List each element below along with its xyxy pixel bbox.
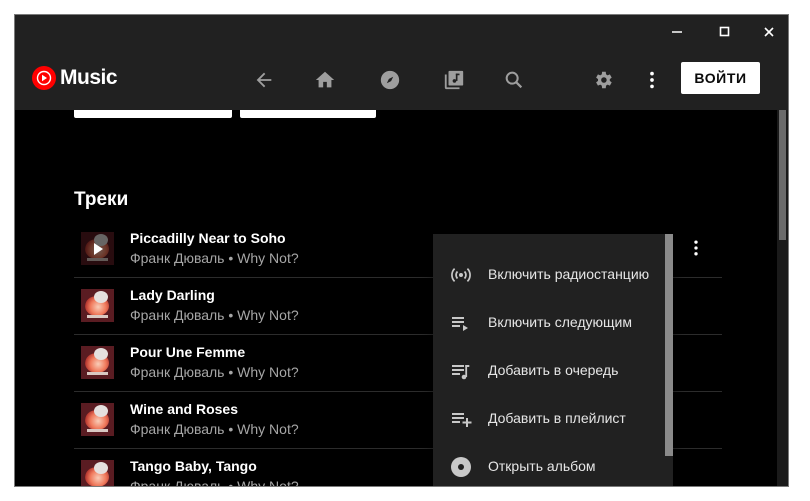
gear-icon[interactable] [590,67,616,93]
context-menu: Включить радиостанцию Включить следующим… [433,234,673,486]
play-next-icon [449,311,473,335]
library-icon[interactable] [441,67,467,93]
track-thumbnail[interactable] [81,232,114,265]
search-icon[interactable] [501,67,527,93]
track-subtitle[interactable]: Франк Дюваль • Why Not? [130,250,299,266]
track-subtitle[interactable]: Франк Дюваль • Why Not? [130,478,299,486]
more-vert-icon[interactable] [639,67,665,93]
track-title[interactable]: Wine and Roses [130,401,238,417]
maximize-icon[interactable] [703,15,747,49]
section-title: Треки [74,189,129,210]
minimize-icon[interactable] [655,15,699,49]
track-thumbnail[interactable] [81,403,114,436]
brand-name: Music [60,66,118,89]
menu-item-start-radio[interactable]: Включить радиостанцию [433,251,673,299]
filter-chip[interactable] [74,110,232,118]
back-arrow-icon[interactable] [251,67,277,93]
app-window: Music ВОЙТИ Треки Piccadilly Near to Soh… [15,15,788,486]
close-icon[interactable] [747,15,788,49]
play-icon[interactable] [81,232,114,265]
scrollbar-thumb[interactable] [779,110,786,240]
menu-item-label: Добавить в очередь [488,362,619,378]
track-subtitle[interactable]: Франк Дюваль • Why Not? [130,421,299,437]
main-content: Треки Piccadilly Near to Soho Франк Дюва… [15,110,777,486]
menu-item-label: Добавить в плейлист [488,410,626,426]
track-thumbnail[interactable] [81,346,114,379]
menu-item-add-to-playlist[interactable]: Добавить в плейлист [433,395,673,443]
track-subtitle[interactable]: Франк Дюваль • Why Not? [130,307,299,323]
app-header: Music ВОЙТИ [15,49,788,110]
menu-item-open-album[interactable]: Открыть альбом [433,443,673,486]
track-more-icon[interactable] [684,236,708,260]
track-thumbnail[interactable] [81,289,114,322]
menu-item-label: Включить следующим [488,314,632,330]
youtube-music-icon [32,66,56,90]
youtube-music-logo[interactable]: Music [32,66,118,90]
menu-item-add-to-queue[interactable]: Добавить в очередь [433,347,673,395]
track-title[interactable]: Pour Une Femme [130,344,245,360]
track-title[interactable]: Piccadilly Near to Soho [130,230,286,246]
menu-scrollbar[interactable] [665,234,673,456]
add-to-queue-icon [449,359,473,383]
menu-item-play-next[interactable]: Включить следующим [433,299,673,347]
track-title[interactable]: Lady Darling [130,287,215,303]
home-icon[interactable] [312,67,338,93]
track-subtitle[interactable]: Франк Дюваль • Why Not? [130,364,299,380]
filter-chip[interactable] [240,110,376,118]
track-title[interactable]: Tango Baby, Tango [130,458,257,474]
menu-item-label: Открыть альбом [488,458,596,474]
menu-item-label: Включить радиостанцию [488,266,650,282]
album-icon [449,455,473,479]
playlist-add-icon [449,407,473,431]
radio-icon [449,263,473,287]
login-button[interactable]: ВОЙТИ [681,62,760,94]
title-bar [15,15,788,49]
explore-icon[interactable] [377,67,403,93]
page-scrollbar[interactable] [777,110,788,486]
track-thumbnail[interactable] [81,460,114,486]
